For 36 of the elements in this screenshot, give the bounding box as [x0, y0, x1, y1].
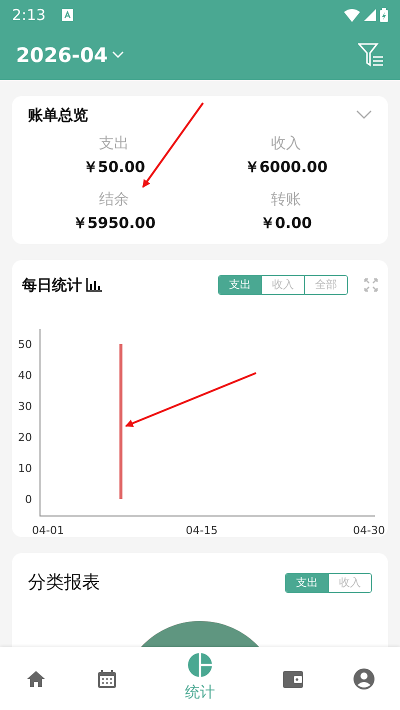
stat-label: 结余	[99, 188, 129, 208]
segment-tab[interactable]: 全部	[304, 276, 347, 294]
wifi-icon	[344, 8, 360, 22]
card-title: 账单总览	[28, 105, 88, 126]
battery-icon	[380, 8, 388, 22]
y-tick-label: 10	[18, 462, 32, 474]
x-tick-label: 04-30	[353, 524, 385, 536]
stat-value: ￥0.00	[260, 212, 312, 234]
segment-tab[interactable]: 收入	[328, 574, 371, 592]
stat-label: 支出	[99, 132, 129, 152]
keyboard-icon	[62, 9, 73, 21]
calendar-icon	[96, 668, 118, 690]
filter-icon[interactable]	[358, 43, 384, 67]
bar-chart-icon	[86, 278, 102, 292]
stat-label: 转账	[271, 188, 301, 208]
signal-icon	[364, 9, 376, 21]
segment-tab[interactable]: 支出	[219, 276, 261, 294]
stat-value: ￥50.00	[82, 156, 146, 178]
y-tick-label: 20	[18, 430, 32, 444]
y-tick-label: 40	[18, 368, 32, 382]
chevron-down-icon	[112, 51, 124, 59]
user-icon	[353, 668, 376, 690]
card-title: 分类报表	[28, 571, 100, 595]
stat-value: ￥5950.00	[72, 212, 156, 234]
status-time: 2:13	[12, 4, 46, 26]
x-tick-label: 04-15	[186, 524, 218, 536]
x-tick-label: 04-01	[32, 524, 64, 536]
y-tick-label: 0	[25, 492, 32, 506]
segment-tab[interactable]: 支出	[286, 574, 328, 592]
month-picker[interactable]: 2026-04	[16, 40, 124, 70]
y-tick-label: 50	[18, 338, 32, 350]
pie-chart-icon	[188, 653, 212, 678]
stat-value: ￥6000.00	[244, 156, 328, 178]
card-title: 每日统计	[22, 275, 82, 296]
y-tick-label: 30	[18, 400, 32, 412]
stat-label: 收入	[271, 132, 301, 152]
